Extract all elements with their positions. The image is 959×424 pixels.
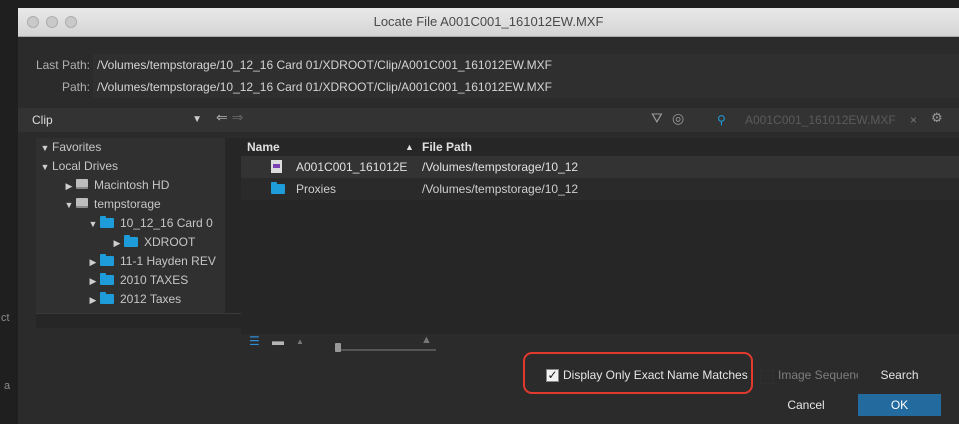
tree-item-2012-taxes[interactable]: ▶ 2012 Taxes bbox=[86, 290, 181, 309]
exact-match-checkbox[interactable]: ✓ bbox=[546, 369, 559, 382]
file-list: Name ▲ File Path A001C001_161012E /Volum… bbox=[241, 138, 959, 334]
collapse-triangle-icon[interactable]: ▶ bbox=[86, 291, 100, 310]
last-path-row: Last Path: /Volumes/tempstorage/10_12_16… bbox=[18, 54, 959, 76]
tree-item-local-drives[interactable]: ▼ Local Drives bbox=[38, 157, 119, 177]
collapse-triangle-icon[interactable]: ▶ bbox=[86, 253, 100, 272]
zoom-large-icon: ▲ bbox=[421, 334, 432, 346]
icon-view-icon[interactable]: ▬ bbox=[272, 334, 284, 348]
expand-triangle-icon[interactable]: ▼ bbox=[38, 139, 52, 158]
collapse-triangle-icon[interactable]: ▶ bbox=[62, 177, 76, 196]
drive-icon bbox=[76, 179, 88, 189]
locate-file-dialog: Locate File A001C001_161012EW.MXF Last P… bbox=[18, 8, 959, 424]
folder-icon bbox=[100, 273, 114, 285]
settings-icon[interactable]: ⚙ bbox=[931, 110, 943, 126]
path-value: /Volumes/tempstorage/10_12_16 Card 01/XD… bbox=[93, 76, 959, 98]
collapse-triangle-icon[interactable]: ▶ bbox=[86, 272, 100, 291]
exact-match-label[interactable]: Display Only Exact Name Matches bbox=[563, 367, 748, 383]
tree-vertical-scrollbar[interactable] bbox=[225, 138, 241, 313]
path-row: Path: /Volumes/tempstorage/10_12_16 Card… bbox=[18, 76, 959, 98]
zoom-small-icon: ▲ bbox=[296, 337, 304, 346]
file-name: Proxies bbox=[296, 182, 337, 196]
folder-icon bbox=[100, 292, 114, 304]
tree-horizontal-scrollbar[interactable] bbox=[36, 313, 241, 328]
tree-item-hayden[interactable]: ▶ 11-1 Hayden REV bbox=[86, 252, 216, 271]
eye-icon[interactable]: ◎ bbox=[672, 110, 684, 127]
file-path: /Volumes/tempstorage/10_12 bbox=[422, 182, 579, 196]
path-label: Path: bbox=[61, 80, 90, 94]
image-sequence-checkbox[interactable] bbox=[760, 370, 774, 384]
sort-ascending-icon: ▲ bbox=[405, 142, 414, 152]
mxf-file-icon bbox=[271, 156, 285, 178]
tree-item-favorites[interactable]: ▼ Favorites bbox=[38, 138, 102, 158]
background-fragment: a bbox=[4, 380, 11, 392]
zoom-slider-thumb[interactable] bbox=[335, 343, 341, 352]
folder-tree: ▼ Favorites ▼ Local Drives ▶ Macintosh HD ▼… bbox=[36, 138, 225, 323]
clear-search-icon[interactable]: × bbox=[910, 110, 917, 130]
zoom-slider-track[interactable] bbox=[336, 349, 436, 351]
tree-item-tempstorage[interactable]: ▼ tempstorage bbox=[62, 195, 161, 214]
file-row[interactable]: Proxies /Volumes/tempstorage/10_12 bbox=[241, 178, 959, 200]
forward-arrow-icon[interactable]: ⇒ bbox=[232, 109, 244, 125]
location-dropdown[interactable]: Clip ▼ bbox=[32, 111, 202, 129]
expand-triangle-icon[interactable]: ▼ bbox=[38, 158, 52, 177]
image-sequence-label[interactable]: Image Sequence bbox=[778, 367, 869, 383]
folder-icon bbox=[100, 254, 114, 266]
folder-icon bbox=[100, 216, 114, 228]
search-field[interactable]: ⚲ A001C001_161012EW.MXF × bbox=[717, 110, 937, 130]
window-title: Locate File A001C001_161012EW.MXF bbox=[373, 14, 604, 29]
last-path-label: Last Path: bbox=[35, 58, 90, 72]
tree-item-card-folder[interactable]: ▼ 10_12_16 Card 0 bbox=[86, 214, 213, 233]
tree-item-xdroot[interactable]: ▶ XDROOT bbox=[110, 233, 195, 252]
background-fragment: ct bbox=[1, 312, 10, 324]
column-header-file-path[interactable]: File Path bbox=[422, 138, 602, 156]
location-dropdown-value: Clip bbox=[32, 113, 53, 127]
collapse-triangle-icon[interactable]: ▶ bbox=[110, 234, 124, 253]
folder-icon bbox=[271, 178, 289, 200]
search-icon: ⚲ bbox=[717, 113, 726, 127]
file-path: /Volumes/tempstorage/10_12 bbox=[422, 160, 579, 174]
column-header-name[interactable]: Name ▲ bbox=[247, 138, 417, 156]
ok-button[interactable]: OK bbox=[858, 394, 941, 416]
filter-icon[interactable]: ⛛ bbox=[651, 110, 663, 127]
file-name: A001C001_161012E bbox=[296, 160, 408, 174]
search-button[interactable]: Search bbox=[858, 364, 941, 386]
folder-icon bbox=[124, 235, 138, 247]
search-field-value: A001C001_161012EW.MXF bbox=[745, 113, 896, 127]
cancel-button[interactable]: Cancel bbox=[760, 394, 852, 416]
file-row[interactable]: A001C001_161012E /Volumes/tempstorage/10… bbox=[241, 156, 959, 178]
list-view-icon[interactable]: ☰ bbox=[249, 334, 260, 348]
tree-item-2010-taxes[interactable]: ▶ 2010 TAXES bbox=[86, 271, 188, 290]
expand-triangle-icon[interactable]: ▼ bbox=[86, 215, 100, 234]
nav-arrows: ⇐ ⇒ bbox=[216, 109, 243, 126]
tree-item-macintosh-hd[interactable]: ▶ Macintosh HD bbox=[62, 176, 170, 196]
drive-icon bbox=[76, 198, 88, 208]
expand-triangle-icon[interactable]: ▼ bbox=[62, 196, 76, 215]
back-arrow-icon[interactable]: ⇐ bbox=[216, 109, 228, 125]
title-bar: Locate File A001C001_161012EW.MXF bbox=[18, 8, 959, 37]
dropdown-arrow-icon: ▼ bbox=[192, 114, 202, 125]
last-path-value: /Volumes/tempstorage/10_12_16 Card 01/XD… bbox=[93, 54, 959, 76]
